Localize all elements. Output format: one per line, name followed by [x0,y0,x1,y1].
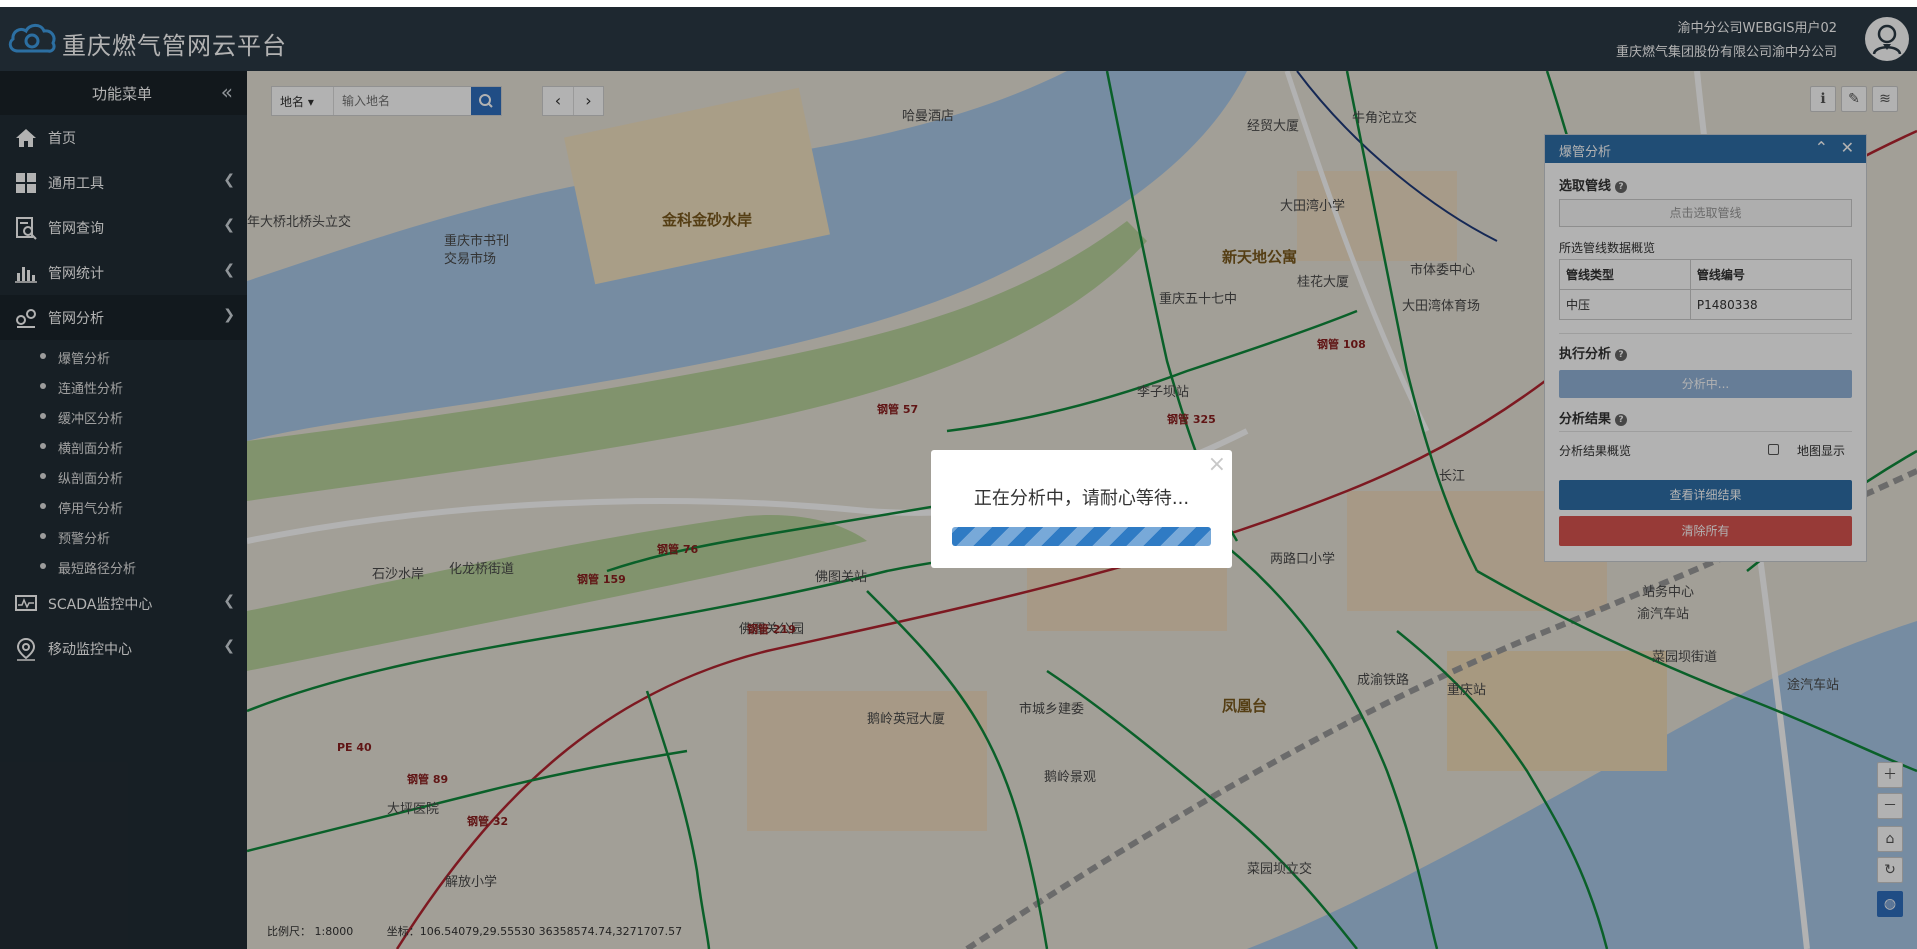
loading-message: 正在分析中，请耐心等待... [973,488,1190,509]
close-dialog-icon[interactable]: × [1208,452,1226,477]
loading-dialog: × 正在分析中，请耐心等待... [931,450,1232,568]
app-window: 重庆燃气管网云平台 渝中分公司WEBGIS用户02 重庆燃气集团股份有限公司渝中… [0,7,1917,949]
progress-bar [952,527,1211,546]
